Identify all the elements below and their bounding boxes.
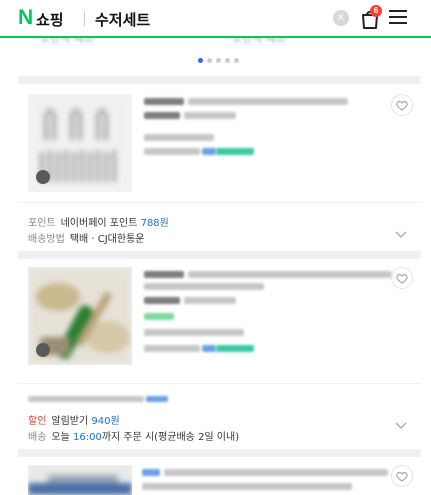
delivery-suffix: 까지 주문 시(평균배송 2일 이내) — [101, 432, 240, 443]
wishlist-heart-icon[interactable] — [391, 465, 413, 487]
product-card[interactable]: 포인트 네이버페이 포인트 788원 배송방법 택배 · CJ대한통운 — [18, 84, 421, 251]
overlay-icon — [36, 343, 50, 357]
discount-info: 할인 알림받기 940원 — [28, 412, 120, 427]
delivery-label: 배송 — [28, 432, 47, 443]
shipping-label: 배송방법 — [28, 234, 65, 245]
pagination-dot[interactable] — [225, 58, 230, 63]
delivery-prefix: 오늘 — [51, 432, 70, 443]
pagination-dot[interactable] — [198, 58, 203, 63]
pagination-dot[interactable] — [207, 58, 212, 63]
product-card[interactable] — [18, 457, 421, 495]
product-thumbnail[interactable] — [28, 267, 132, 365]
section-gap — [18, 449, 421, 457]
discount-value: 940원 — [91, 416, 120, 427]
discount-text[interactable]: 알림받기 — [51, 416, 88, 427]
top-header: N 쇼핑 수저세트 × 6 — [0, 0, 431, 38]
carousel-peek: 노란색 세트 노란색 세트 — [0, 38, 431, 46]
cart-count-badge: 6 — [370, 5, 382, 17]
clear-icon[interactable]: × — [333, 10, 349, 26]
delivery-info: 배송 오늘 16:00까지 주문 시(평균배송 2일 이내) — [28, 428, 239, 443]
carousel-peek-left: 노란색 세트 — [40, 38, 95, 45]
search-query[interactable]: 수저세트 — [95, 9, 150, 30]
shopping-logo-text[interactable]: 쇼핑 — [36, 9, 64, 30]
carousel-pagination — [198, 58, 248, 66]
shipping-text: 택배 · CJ대한통운 — [69, 234, 145, 245]
points-text: 네이버페이 포인트 — [60, 218, 138, 229]
header-separator — [84, 11, 85, 26]
pagination-dot[interactable] — [216, 58, 221, 63]
wishlist-heart-icon[interactable] — [391, 94, 413, 116]
product-thumbnail[interactable] — [28, 465, 132, 495]
pagination-dot[interactable] — [234, 58, 239, 63]
product-card[interactable]: 할인 알림받기 940원 배송 오늘 16:00까지 주문 시(평균배송 2일 이내… — [18, 259, 421, 449]
delivery-time: 16:00 — [73, 432, 102, 443]
overlay-icon — [36, 170, 50, 184]
points-info: 포인트 네이버페이 포인트 788원 — [28, 214, 169, 229]
points-value: 788원 — [140, 218, 169, 229]
card-divider — [18, 383, 421, 384]
section-gap — [18, 251, 421, 259]
shipping-info: 배송방법 택배 · CJ대한통운 — [28, 230, 144, 245]
discount-label: 할인 — [28, 416, 47, 427]
points-label: 포인트 — [28, 218, 56, 229]
wishlist-heart-icon[interactable] — [391, 267, 413, 289]
chevron-down-icon[interactable] — [395, 415, 407, 429]
card-divider — [18, 202, 421, 203]
carousel-peek-right: 노란색 세트 — [232, 38, 287, 45]
chevron-down-icon[interactable] — [395, 224, 407, 238]
product-thumbnail[interactable] — [28, 94, 132, 192]
section-gap — [18, 76, 421, 84]
menu-icon[interactable] — [389, 10, 407, 26]
naver-logo[interactable]: N — [18, 7, 33, 29]
